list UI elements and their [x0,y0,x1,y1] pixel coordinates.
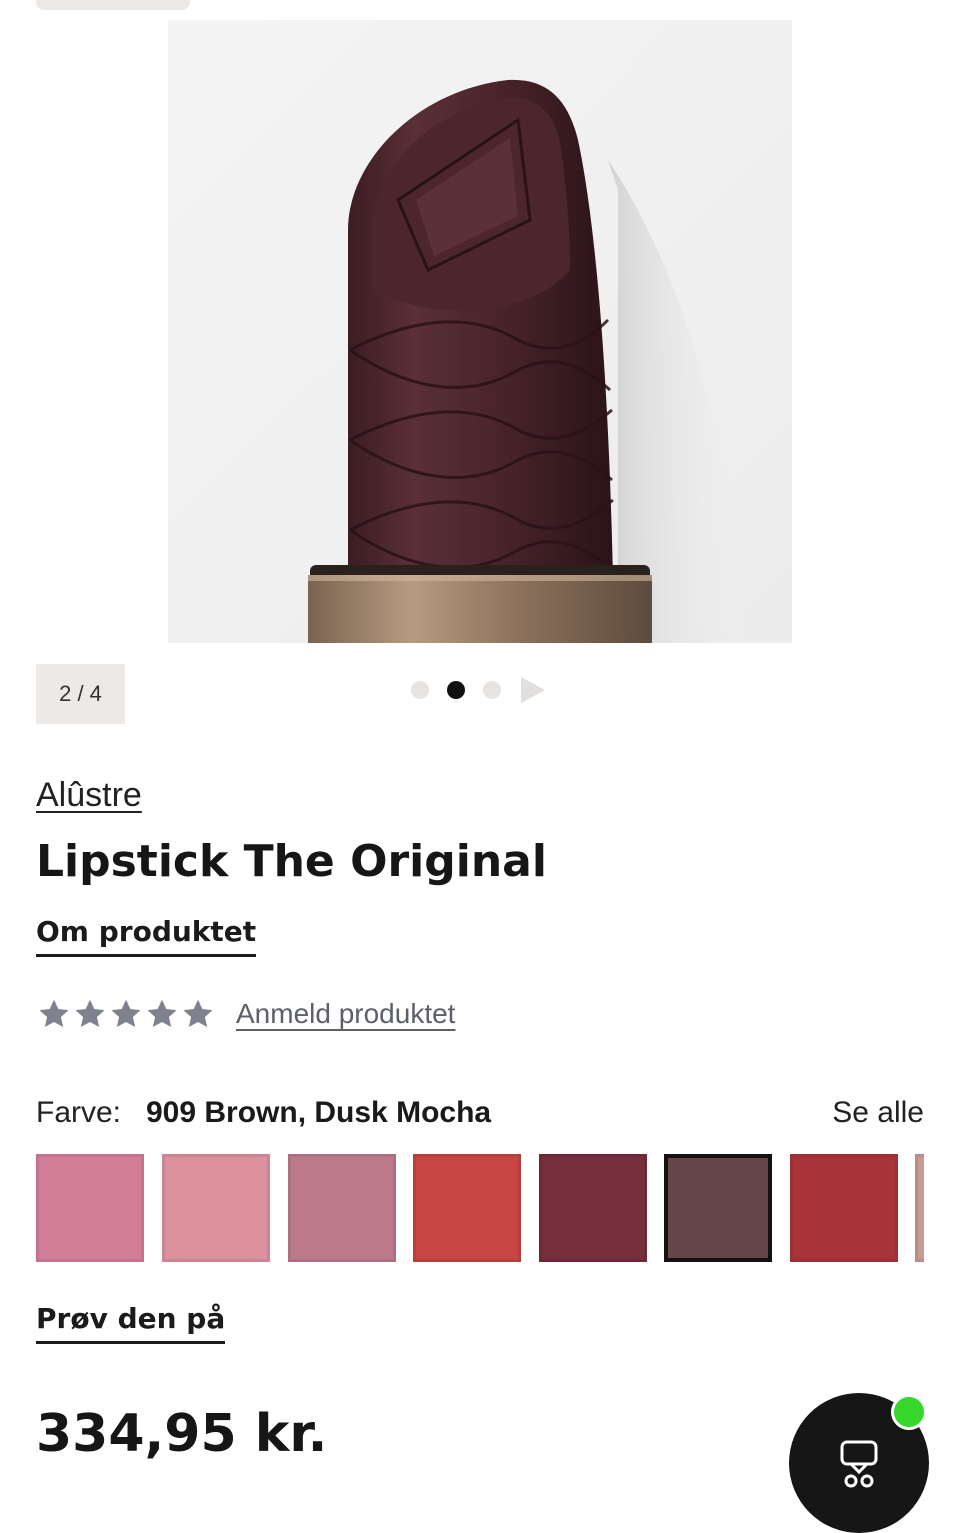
lipstick-illustration [168,20,792,643]
star-icon [75,999,105,1028]
gallery-dot-3[interactable] [483,681,501,699]
color-swatch[interactable] [413,1154,521,1262]
review-product-link[interactable]: Anmeld produktet [236,998,455,1030]
color-swatch[interactable] [539,1154,647,1262]
color-label: Farve: [36,1096,122,1129]
star-icon [147,999,177,1028]
color-swatch[interactable] [288,1154,396,1262]
color-swatch-selected[interactable] [664,1154,772,1262]
brand-link[interactable]: Alûstre [36,776,142,815]
gallery-pagination [411,676,545,704]
top-tab-handle [36,0,190,10]
notification-badge [891,1394,927,1430]
store-icon [840,1440,878,1488]
color-swatch[interactable] [790,1154,898,1262]
star-icon [183,999,213,1028]
color-swatch[interactable] [915,1154,924,1262]
about-product-link[interactable]: Om produktet [36,915,257,957]
gallery-dot-2[interactable] [447,681,465,699]
product-price: 334,95 kr. [36,1404,328,1464]
color-swatch[interactable] [36,1154,144,1262]
try-on-link[interactable]: Prøv den på [36,1302,226,1344]
star-icon [111,999,141,1028]
rating-stars[interactable] [36,996,216,1032]
product-image[interactable] [168,20,792,643]
next-arrow-icon[interactable] [521,677,545,703]
color-header: Farve: 909 Brown, Dusk Mocha Se alle [36,1096,924,1136]
gallery-counter: 2 / 4 [36,664,125,724]
gallery-counter-text: 2 / 4 [59,681,102,706]
rating-row: Anmeld produktet [36,996,455,1032]
color-swatch[interactable] [162,1154,270,1262]
product-title: Lipstick The Original [36,836,547,887]
star-icon [39,999,69,1028]
see-all-colors-link[interactable]: Se alle [832,1096,924,1130]
color-swatches [36,1154,924,1262]
selected-color-name: 909 Brown, Dusk Mocha [146,1096,492,1129]
gallery-dot-1[interactable] [411,681,429,699]
